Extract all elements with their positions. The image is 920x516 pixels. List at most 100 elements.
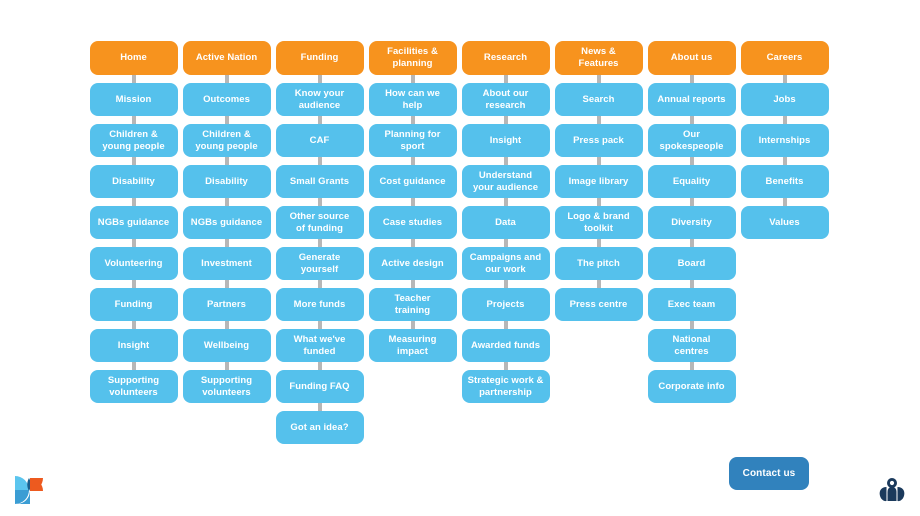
node-box[interactable]: How can we help	[368, 83, 457, 116]
sitemap-root-node[interactable]: Facilities & planning	[368, 41, 457, 75]
sitemap-child-node[interactable]: How can we help	[368, 83, 457, 116]
sitemap-child-node[interactable]: Volunteering	[89, 247, 178, 280]
node-box[interactable]: Disability	[89, 165, 178, 198]
sitemap-child-node[interactable]: Corporate info	[647, 370, 736, 403]
sitemap-child-node[interactable]: Children & young people	[89, 124, 178, 157]
node-box[interactable]: Disability	[182, 165, 271, 198]
node-box[interactable]: Awarded funds	[461, 329, 550, 362]
sitemap-child-node[interactable]: Wellbeing	[182, 329, 271, 362]
sitemap-child-node[interactable]: Awarded funds	[461, 329, 550, 362]
node-box[interactable]: The pitch	[554, 247, 643, 280]
node-box[interactable]: Cost guidance	[368, 165, 457, 198]
node-box[interactable]: NGBs guidance	[182, 206, 271, 239]
node-box[interactable]: Partners	[182, 288, 271, 321]
node-box[interactable]: Exec team	[647, 288, 736, 321]
sitemap-child-node[interactable]: Other source of funding	[275, 206, 364, 239]
sitemap-child-node[interactable]: Annual reports	[647, 83, 736, 116]
sitemap-child-node[interactable]: Know your audience	[275, 83, 364, 116]
sitemap-child-node[interactable]: Board	[647, 247, 736, 280]
sitemap-root-node[interactable]: Funding	[275, 41, 364, 75]
sitemap-child-node[interactable]: NGBs guidance	[182, 206, 271, 239]
node-box[interactable]: Facilities & planning	[368, 41, 457, 75]
sitemap-child-node[interactable]: What we've funded	[275, 329, 364, 362]
sitemap-child-node[interactable]: Benefits	[740, 165, 829, 198]
sitemap-child-node[interactable]: Disability	[182, 165, 271, 198]
node-box[interactable]: Diversity	[647, 206, 736, 239]
sitemap-child-node[interactable]: Internships	[740, 124, 829, 157]
node-box[interactable]: Children & young people	[89, 124, 178, 157]
node-box[interactable]: Funding	[275, 41, 364, 75]
node-box[interactable]: About our research	[461, 83, 550, 116]
node-box[interactable]: About us	[647, 41, 736, 75]
sitemap-child-node[interactable]: Supporting volunteers	[182, 370, 271, 403]
sitemap-child-node[interactable]: Planning for sport	[368, 124, 457, 157]
node-box[interactable]: Campaigns and our work	[461, 247, 550, 280]
node-box[interactable]: Insight	[89, 329, 178, 362]
sitemap-child-node[interactable]: Campaigns and our work	[461, 247, 550, 280]
node-box[interactable]: NGBs guidance	[89, 206, 178, 239]
node-box[interactable]: CAF	[275, 124, 364, 157]
node-box[interactable]: Press centre	[554, 288, 643, 321]
node-box[interactable]: Search	[554, 83, 643, 116]
node-box[interactable]: Image library	[554, 165, 643, 198]
contact-us-button[interactable]: Contact us	[729, 457, 809, 490]
node-box[interactable]: Data	[461, 206, 550, 239]
node-box[interactable]: Funding FAQ	[275, 370, 364, 403]
node-box[interactable]: Generate yourself	[275, 247, 364, 280]
node-box[interactable]: Supporting volunteers	[182, 370, 271, 403]
sitemap-root-node[interactable]: About us	[647, 41, 736, 75]
sitemap-child-node[interactable]: Teacher training	[368, 288, 457, 321]
node-box[interactable]: Board	[647, 247, 736, 280]
sitemap-child-node[interactable]: Insight	[461, 124, 550, 157]
sitemap-child-node[interactable]: Investment	[182, 247, 271, 280]
node-box[interactable]: Know your audience	[275, 83, 364, 116]
sitemap-child-node[interactable]: Children & young people	[182, 124, 271, 157]
sitemap-child-node[interactable]: Press pack	[554, 124, 643, 157]
sitemap-child-node[interactable]: Our spokespeople	[647, 124, 736, 157]
sitemap-child-node[interactable]: Logo & brand toolkit	[554, 206, 643, 239]
sitemap-child-node[interactable]: Cost guidance	[368, 165, 457, 198]
node-box[interactable]: Outcomes	[182, 83, 271, 116]
node-box[interactable]: Home	[89, 41, 178, 75]
sitemap-child-node[interactable]: Outcomes	[182, 83, 271, 116]
sitemap-root-node[interactable]: Home	[89, 41, 178, 75]
node-box[interactable]: Volunteering	[89, 247, 178, 280]
node-box[interactable]: Active Nation	[182, 41, 271, 75]
sitemap-child-node[interactable]: Data	[461, 206, 550, 239]
sitemap-child-node[interactable]: Search	[554, 83, 643, 116]
sitemap-child-node[interactable]: Measuring impact	[368, 329, 457, 362]
sitemap-child-node[interactable]: More funds	[275, 288, 364, 321]
sitemap-child-node[interactable]: Disability	[89, 165, 178, 198]
node-box[interactable]: Logo & brand toolkit	[554, 206, 643, 239]
node-box[interactable]: Benefits	[740, 165, 829, 198]
sitemap-root-node[interactable]: Research	[461, 41, 550, 75]
sitemap-child-node[interactable]: NGBs guidance	[89, 206, 178, 239]
node-box[interactable]: Got an idea?	[275, 411, 364, 444]
sitemap-child-node[interactable]: Values	[740, 206, 829, 239]
sitemap-child-node[interactable]: Exec team	[647, 288, 736, 321]
sitemap-child-node[interactable]: Equality	[647, 165, 736, 198]
sitemap-child-node[interactable]: Got an idea?	[275, 411, 364, 444]
node-box[interactable]: More funds	[275, 288, 364, 321]
sitemap-child-node[interactable]: The pitch	[554, 247, 643, 280]
node-box[interactable]: Case studies	[368, 206, 457, 239]
node-box[interactable]: Active design	[368, 247, 457, 280]
node-box[interactable]: Measuring impact	[368, 329, 457, 362]
node-box[interactable]: Planning for sport	[368, 124, 457, 157]
node-box[interactable]: Mission	[89, 83, 178, 116]
node-box[interactable]: Careers	[740, 41, 829, 75]
sitemap-child-node[interactable]: Projects	[461, 288, 550, 321]
sitemap-root-node[interactable]: Careers	[740, 41, 829, 75]
node-box[interactable]: Annual reports	[647, 83, 736, 116]
sitemap-child-node[interactable]: Image library	[554, 165, 643, 198]
node-box[interactable]: Corporate info	[647, 370, 736, 403]
node-box[interactable]: Strategic work & partnership	[461, 370, 550, 403]
node-box[interactable]: National centres	[647, 329, 736, 362]
sitemap-child-node[interactable]: Diversity	[647, 206, 736, 239]
node-box[interactable]: Equality	[647, 165, 736, 198]
sitemap-child-node[interactable]: About our research	[461, 83, 550, 116]
node-box[interactable]: Teacher training	[368, 288, 457, 321]
sitemap-root-node[interactable]: News & Features	[554, 41, 643, 75]
node-box[interactable]: Supporting volunteers	[89, 370, 178, 403]
node-box[interactable]: Investment	[182, 247, 271, 280]
